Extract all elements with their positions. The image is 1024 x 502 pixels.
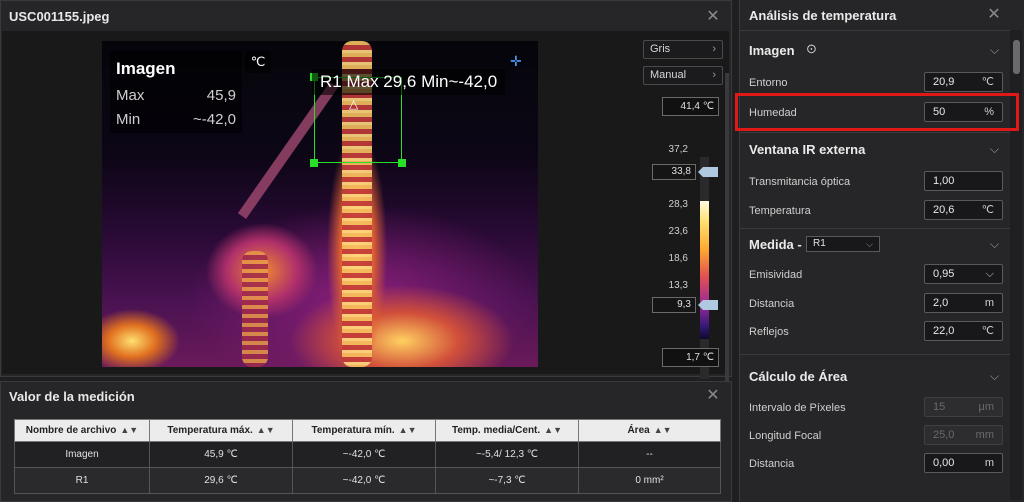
measure-select[interactable]: R1 ⌵ (806, 236, 880, 252)
cell-area: -- (578, 441, 721, 468)
pixeles-label: Intervalo de Píxeles (749, 402, 846, 414)
sort-icon[interactable]: ▲▼ (654, 425, 672, 435)
palette-label: Gris (650, 43, 671, 55)
cell-max: 45,9 ℃ (149, 441, 293, 468)
distancia-input[interactable]: 2,0 m (924, 293, 1003, 313)
thermal-image-area: Imagen Max 45,9 Min ~-42,0 ℃ R1 Max 29,6… (2, 31, 729, 399)
max-point-marker-icon: △ (349, 97, 359, 111)
pixeles-input: 15 μm (924, 397, 1003, 417)
emisividad-dropdown[interactable]: 0,95 ⌵ (924, 264, 1003, 284)
measurement-panel-title: Valor de la medición (9, 389, 135, 404)
overlay-unit: ℃ (245, 51, 271, 73)
scale-tick: 13,3 (668, 280, 688, 291)
color-scale-bar (700, 201, 709, 339)
scale-tick: 28,3 (668, 199, 688, 210)
panel-title: Análisis de temperatura (749, 8, 897, 23)
close-image-panel-icon[interactable]: ✕ (705, 9, 721, 25)
section-area-title: Cálculo de Área (749, 369, 848, 384)
measurement-panel: Valor de la medición ✕ Nombre de archivo… (0, 381, 732, 502)
table-row[interactable]: R1 29,6 ℃ ~-42,0 ℃ ~-7,3 ℃ 0 mm² (14, 467, 721, 494)
entorno-input[interactable]: 20,9 ℃ (924, 72, 1003, 92)
chevron-down-icon[interactable]: ⌵ (990, 43, 999, 58)
humedad-highlight-box (735, 93, 1019, 131)
chevron-right-icon: › (712, 69, 716, 81)
thermal-insulator-secondary (242, 251, 268, 367)
cell-min: ~-42,0 ℃ (292, 441, 436, 468)
image-panel-title: USC001155.jpeg (9, 9, 110, 24)
palette-button[interactable]: Gris › (643, 40, 723, 59)
reflejos-input[interactable]: 22,0 ℃ (924, 321, 1003, 341)
area-distancia-label: Distancia (749, 458, 795, 470)
cell-avg: ~-5,4/ 12,3 ℃ (435, 441, 579, 468)
chevron-down-icon: ⌵ (866, 239, 873, 249)
entorno-label: Entorno (749, 77, 788, 89)
col-header-min[interactable]: Temperatura mín. ▲▼ (292, 419, 436, 442)
cell-max: 29,6 ℃ (149, 467, 293, 494)
col-header-avg[interactable]: Temp. media/Cent. ▲▼ (435, 419, 579, 442)
sort-icon[interactable]: ▲▼ (399, 425, 417, 435)
image-scrollbar[interactable] (725, 73, 729, 399)
divider (740, 228, 1011, 229)
chevron-down-icon: ⌵ (985, 268, 994, 280)
col-header-max[interactable]: Temperatura máx. ▲▼ (149, 419, 293, 442)
cell-area: 0 mm² (578, 467, 721, 494)
overlay-min-value: ~-42,0 (193, 111, 236, 128)
close-analysis-panel-icon[interactable]: ✕ (986, 7, 1002, 23)
overlay-min-label: Min (116, 111, 141, 128)
scale-max-input[interactable]: 41,4 ℃ (662, 97, 719, 116)
scale-lower-value[interactable]: 9,3 (652, 297, 696, 313)
cell-avg: ~-7,3 ℃ (435, 467, 579, 494)
sort-icon[interactable]: ▲▼ (120, 425, 138, 435)
temperature-analysis-panel: Análisis de temperatura ✕ Imagen ⊙ ⌵ Ent… (739, 0, 1024, 502)
section-ventana-title: Ventana IR externa (749, 142, 866, 157)
chevron-right-icon: › (712, 43, 716, 55)
measurement-table: Nombre de archivo ▲▼ Temperatura máx. ▲▼ T… (14, 419, 721, 494)
r1-handle-br[interactable] (398, 159, 406, 167)
temperatura-label: Temperatura (749, 205, 811, 217)
crosshair-icon: ✛ (510, 53, 522, 69)
chevron-down-icon[interactable]: ⌵ (990, 369, 999, 384)
reset-icon[interactable]: ⊙ (806, 41, 817, 57)
transmitancia-input[interactable]: 1,00 (924, 171, 1003, 191)
scale-tick: 23,6 (668, 226, 688, 237)
chevron-down-icon[interactable]: ⌵ (990, 237, 999, 252)
mode-label: Manual (650, 69, 687, 81)
divider (740, 354, 1011, 355)
r1-region-label: R1 Max 29,6 Min~-42,0 (312, 69, 506, 95)
thermal-image[interactable]: Imagen Max 45,9 Min ~-42,0 ℃ R1 Max 29,6… (102, 41, 538, 367)
section-imagen-title: Imagen (749, 43, 795, 58)
sort-icon[interactable]: ▲▼ (544, 425, 562, 435)
transmitancia-label: Transmitancia óptica (749, 176, 851, 188)
scale-min-input[interactable]: 1,7 ℃ (662, 348, 719, 367)
divider (740, 30, 1011, 31)
scale-upper-value[interactable]: 33,8 (652, 164, 696, 180)
chevron-down-icon[interactable]: ⌵ (990, 142, 999, 157)
table-row[interactable]: Imagen 45,9 ℃ ~-42,0 ℃ ~-5,4/ 12,3 ℃ -- (14, 441, 721, 468)
col-header-filename[interactable]: Nombre de archivo ▲▼ (14, 419, 150, 442)
reflejos-label: Reflejos (749, 326, 789, 338)
panel-scrollbar-thumb[interactable] (1013, 40, 1020, 74)
mode-button[interactable]: Manual › (643, 66, 723, 85)
cell-filename: Imagen (14, 441, 150, 468)
sort-icon[interactable]: ▲▼ (257, 425, 275, 435)
cell-filename: R1 (14, 467, 150, 494)
overlay-heading: Imagen (116, 59, 176, 78)
divider (740, 132, 1011, 133)
emisividad-label: Emisividad (749, 269, 803, 281)
section-medida-title: Medida - (749, 237, 802, 252)
close-measurement-panel-icon[interactable]: ✕ (705, 388, 721, 404)
col-header-area[interactable]: Área ▲▼ (578, 419, 721, 442)
cell-min: ~-42,0 ℃ (292, 467, 436, 494)
image-stats-overlay: Imagen Max 45,9 Min ~-42,0 (110, 51, 242, 133)
temperatura-input[interactable]: 20,6 ℃ (924, 200, 1003, 220)
r1-handle-bl[interactable] (310, 159, 318, 167)
focal-input: 25,0 mm (924, 425, 1003, 445)
scale-tick: 37,2 (668, 144, 688, 155)
scale-tick: 18,6 (668, 253, 688, 264)
distancia-label: Distancia (749, 298, 795, 310)
overlay-max-value: 45,9 (206, 87, 236, 104)
area-distancia-input[interactable]: 0,00 m (924, 453, 1003, 473)
focal-label: Longitud Focal (749, 430, 822, 442)
overlay-max-label: Max (116, 87, 145, 104)
